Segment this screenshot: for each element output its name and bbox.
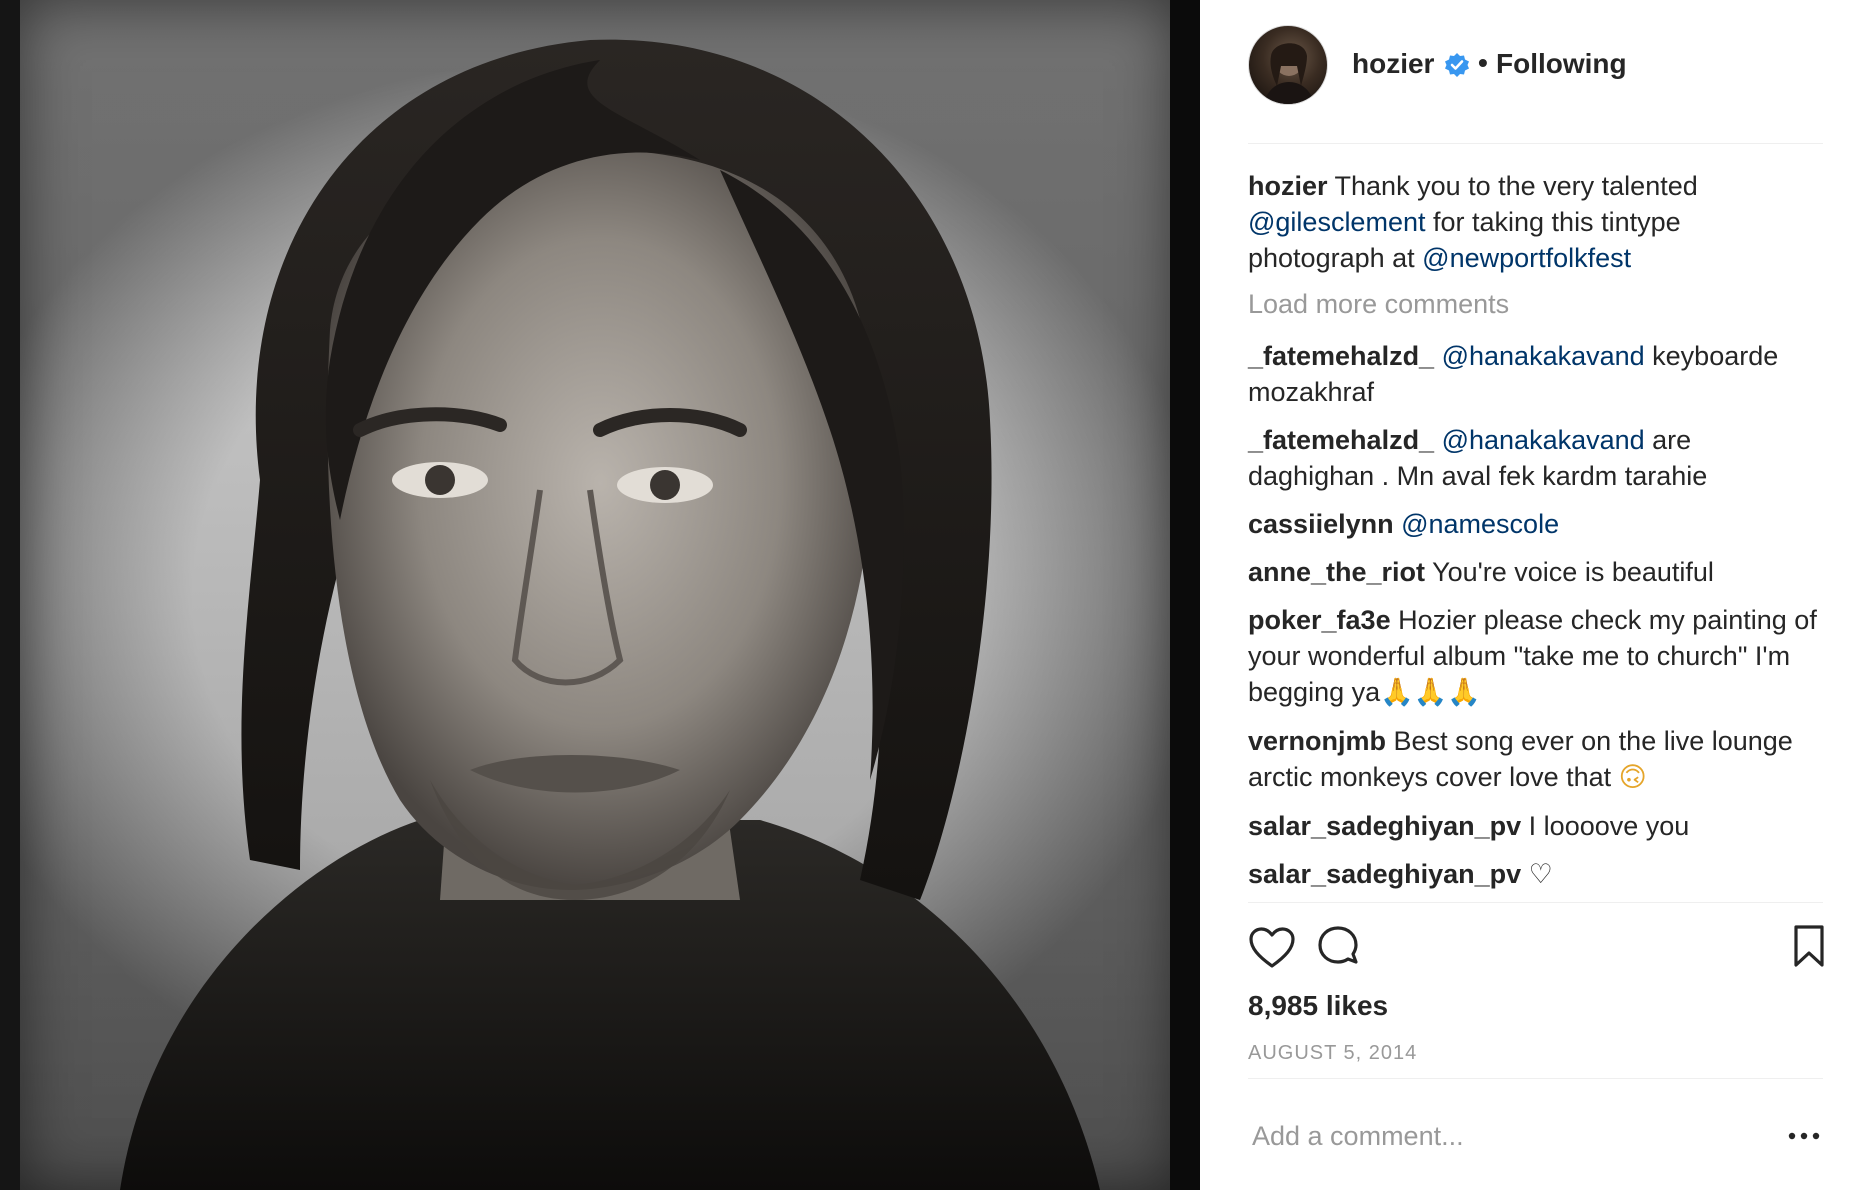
post-caption: hozier Thank you to the very talented @g… [1248, 168, 1823, 276]
pray-emoji: 🙏🙏🙏 [1380, 677, 1481, 708]
comment-item: salar_sadeghiyan_pv ♡ [1248, 856, 1823, 893]
caption-username[interactable]: hozier [1248, 171, 1328, 201]
avatar[interactable] [1248, 25, 1328, 105]
comment-username[interactable]: salar_sadeghiyan_pv [1248, 811, 1521, 841]
caption-mention-gilesclement[interactable]: @gilesclement [1248, 207, 1425, 237]
comment-username[interactable]: vernonjmb [1248, 726, 1386, 756]
comment-username[interactable]: _fatemehalzd_ [1248, 425, 1434, 455]
likes-count[interactable]: 8,985 likes [1248, 990, 1388, 1022]
portrait-image [0, 0, 1200, 1190]
comment-username[interactable]: _fatemehalzd_ [1248, 341, 1434, 371]
comment-item: cassiielynn @namescole [1248, 506, 1823, 542]
post-header [1248, 24, 1823, 144]
comment-item: poker_fa3e Hozier please check my painti… [1248, 602, 1823, 711]
comment-box-divider [1248, 1078, 1823, 1079]
comment-icon[interactable] [1315, 924, 1361, 970]
more-options-icon[interactable] [1787, 1126, 1821, 1146]
comment-text: You're voice is beautiful [1432, 557, 1714, 587]
verified-badge-icon [1445, 53, 1469, 77]
comment-username[interactable]: poker_fa3e [1248, 605, 1391, 635]
load-more-comments-button[interactable]: Load more comments [1248, 286, 1823, 322]
comment-item: anne_the_riot You're voice is beautiful [1248, 554, 1823, 590]
heart-outline-emoji: ♡ [1528, 859, 1553, 890]
post-author-username[interactable]: hozier [1352, 48, 1434, 80]
post-date[interactable]: AUGUST 5, 2014 [1248, 1042, 1417, 1065]
comment-item: vernonjmb Best song ever on the live lou… [1248, 723, 1823, 796]
comment-item: _fatemehalzd_ @hanakakavand keyboarde mo… [1248, 338, 1823, 410]
following-button[interactable]: Following [1496, 48, 1627, 80]
comments-list: hozier Thank you to the very talented @g… [1248, 168, 1823, 905]
post-side-panel: hozier • Following hozier Thank you to t… [1200, 0, 1868, 1190]
caption-text-1: Thank you to the very talented [1327, 171, 1698, 201]
add-comment-input[interactable] [1252, 1118, 1732, 1154]
comment-text: I loooove you [1528, 811, 1690, 841]
header-separator: • [1478, 47, 1488, 78]
comment-mention[interactable]: @hanakakavand [1442, 341, 1645, 371]
comment-item: salar_sadeghiyan_pv I loooove you [1248, 808, 1823, 844]
post-photo[interactable] [0, 0, 1200, 1190]
bookmark-icon[interactable] [1793, 924, 1825, 968]
caption-mention-newportfolkfest[interactable]: @newportfolkfest [1422, 243, 1631, 273]
heart-icon[interactable] [1248, 926, 1296, 970]
comment-username[interactable]: anne_the_riot [1248, 557, 1425, 587]
comment-mention[interactable]: @hanakakavand [1442, 425, 1645, 455]
comment-username[interactable]: cassiielynn [1248, 509, 1394, 539]
comment-username[interactable]: salar_sadeghiyan_pv [1248, 859, 1521, 889]
actions-divider [1248, 902, 1823, 903]
comment-mention[interactable]: @namescole [1401, 509, 1559, 539]
upside-down-face-emoji: 🙃 [1618, 762, 1647, 793]
avatar-image [1263, 43, 1315, 104]
comment-item: _fatemehalzd_ @hanakakavand are daghigha… [1248, 422, 1823, 494]
